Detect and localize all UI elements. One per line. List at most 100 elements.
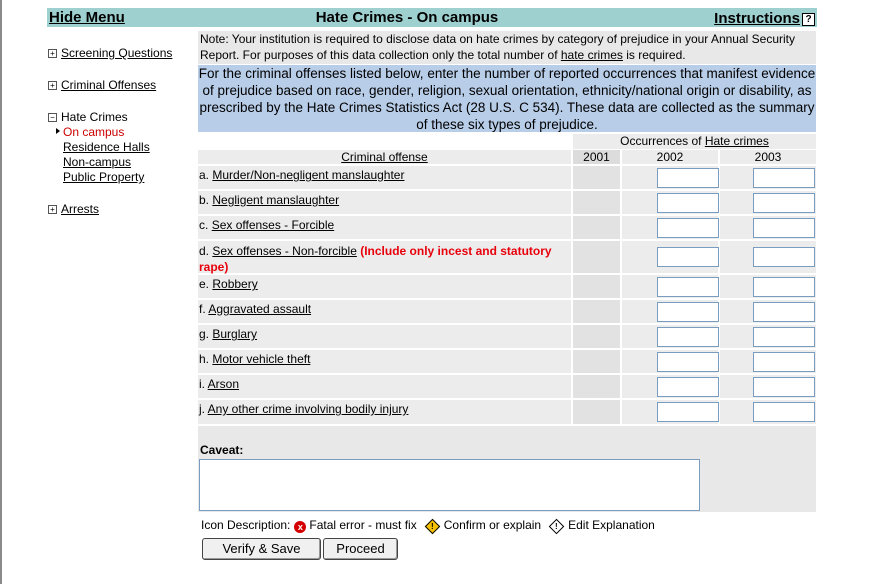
caveat-textarea[interactable] — [199, 459, 700, 511]
menu-screening-questions[interactable]: + Screening Questions — [48, 46, 172, 60]
window-left-border — [0, 0, 2, 584]
input-2002[interactable] — [657, 352, 719, 372]
table-row: i. Arson — [198, 375, 816, 398]
input-2003[interactable] — [753, 218, 815, 238]
expand-plus-icon[interactable]: + — [48, 49, 57, 58]
input-2003[interactable] — [753, 352, 815, 372]
input-2002[interactable] — [657, 327, 719, 347]
icon-description: Icon Description: x Fatal error - must fix… — [201, 517, 655, 535]
col-offense-label[interactable]: Criminal offense — [341, 150, 427, 164]
input-2002[interactable] — [657, 377, 719, 397]
instruction-text: For the criminal offenses listed below, … — [198, 65, 816, 132]
offense-cell: d. Sex offenses - Non-forcible (Include … — [198, 241, 571, 274]
input-2002[interactable] — [657, 402, 719, 422]
row-letter: i. — [199, 377, 205, 391]
menu-sub-public-property[interactable]: Public Property — [63, 170, 144, 184]
offense-label[interactable]: Sex offenses - Non-forcible — [212, 244, 357, 258]
offense-label[interactable]: Aggravated assault — [208, 302, 311, 316]
confirm-label: Confirm or explain — [443, 518, 542, 532]
cell-2002 — [622, 275, 719, 298]
edit-explanation-label: Edit Explanation — [568, 518, 655, 532]
cell-2001 — [573, 400, 620, 424]
note-part1: Note: Your institution is required to di… — [200, 32, 796, 62]
input-2002[interactable] — [657, 168, 719, 188]
cell-2002 — [622, 400, 719, 424]
table-row: f. Aggravated assault — [198, 300, 816, 323]
table-row: h. Motor vehicle theft — [198, 350, 816, 373]
occurrences-hate-crimes-link[interactable]: Hate crimes — [705, 134, 769, 148]
menu-arrests-label[interactable]: Arrests — [61, 202, 99, 216]
cell-2003 — [720, 325, 816, 348]
input-2003[interactable] — [753, 168, 815, 188]
cell-2001 — [573, 300, 620, 323]
row-letter: g. — [199, 327, 210, 341]
current-arrow-icon — [56, 128, 60, 134]
table-row: e. Robbery — [198, 275, 816, 298]
menu-sub-on-campus[interactable]: On campus — [63, 125, 124, 139]
input-2003[interactable] — [753, 327, 815, 347]
header-bar: Hide Menu Hate Crimes - On campus Instru… — [47, 8, 817, 27]
instructions-label[interactable]: Instructions — [714, 10, 800, 27]
row-letter: c. — [199, 218, 209, 232]
input-2002[interactable] — [657, 247, 719, 267]
input-2003[interactable] — [753, 277, 815, 297]
menu-screening-label[interactable]: Screening Questions — [61, 46, 172, 60]
warning-diamond-icon: ! — [424, 518, 441, 535]
cell-2003 — [720, 241, 816, 273]
input-2002[interactable] — [657, 277, 719, 297]
instructions-link[interactable]: Instructions? — [714, 9, 815, 28]
offense-cell: c. Sex offenses - Forcible — [198, 216, 571, 239]
offense-label[interactable]: Sex offenses - Forcible — [212, 218, 335, 232]
table-spacer-row — [198, 426, 816, 440]
cell-2002 — [622, 350, 719, 373]
menu-sub-non-campus[interactable]: Non-campus — [63, 155, 131, 169]
offense-label[interactable]: Murder/Non-negligent manslaughter — [212, 168, 404, 182]
table-row: a. Murder/Non-negligent manslaughter — [198, 166, 816, 189]
offense-label[interactable]: Burglary — [212, 327, 257, 341]
offense-label[interactable]: Any other crime involving bodily injury — [208, 402, 409, 416]
cell-2003 — [720, 350, 816, 373]
cell-2002 — [622, 300, 719, 323]
offense-label[interactable]: Motor vehicle theft — [212, 352, 310, 366]
menu-criminal-label[interactable]: Criminal Offenses — [61, 78, 156, 92]
cell-2003 — [720, 166, 816, 189]
table-row: j. Any other crime involving bodily inju… — [198, 400, 816, 424]
note-text: Note: Your institution is required to di… — [198, 31, 816, 64]
menu-hate-label[interactable]: Hate Crimes — [61, 110, 128, 124]
offense-label[interactable]: Robbery — [212, 277, 257, 291]
input-2002[interactable] — [657, 218, 719, 238]
input-2003[interactable] — [753, 193, 815, 213]
expand-plus-icon[interactable]: + — [48, 205, 57, 214]
cell-2001 — [573, 241, 620, 273]
input-2003[interactable] — [753, 302, 815, 322]
offense-cell: h. Motor vehicle theft — [198, 350, 571, 373]
table-row: b. Negligent manslaughter — [198, 191, 816, 214]
verify-save-button[interactable]: Verify & Save — [202, 538, 321, 560]
row-letter: b. — [199, 193, 210, 207]
row-letter: h. — [199, 352, 210, 366]
cell-2001 — [573, 375, 620, 398]
icon-desc-label: Icon Description: — [201, 518, 291, 532]
row-letter: d. — [199, 244, 210, 258]
hate-crimes-link[interactable]: hate crimes — [561, 48, 623, 62]
input-2002[interactable] — [657, 193, 719, 213]
collapse-minus-icon[interactable]: − — [48, 113, 57, 122]
cell-2003 — [720, 275, 816, 298]
input-2003[interactable] — [753, 377, 815, 397]
input-2003[interactable] — [753, 247, 815, 267]
menu-criminal-offenses[interactable]: + Criminal Offenses — [48, 78, 156, 92]
input-2002[interactable] — [657, 302, 719, 322]
input-2003[interactable] — [753, 402, 815, 422]
expand-plus-icon[interactable]: + — [48, 81, 57, 90]
menu-arrests[interactable]: + Arrests — [48, 202, 99, 216]
row-letter: j. — [199, 402, 205, 416]
cell-2002 — [622, 375, 719, 398]
row-letter: a. — [199, 168, 210, 182]
cell-2002 — [622, 166, 719, 189]
menu-sub-residence-halls[interactable]: Residence Halls — [63, 140, 150, 154]
proceed-button[interactable]: Proceed — [323, 538, 398, 560]
offense-label[interactable]: Arson — [208, 377, 239, 391]
menu-hate-crimes[interactable]: − Hate Crimes — [48, 110, 128, 124]
offense-label[interactable]: Negligent manslaughter — [212, 193, 339, 207]
help-icon[interactable]: ? — [802, 13, 815, 26]
